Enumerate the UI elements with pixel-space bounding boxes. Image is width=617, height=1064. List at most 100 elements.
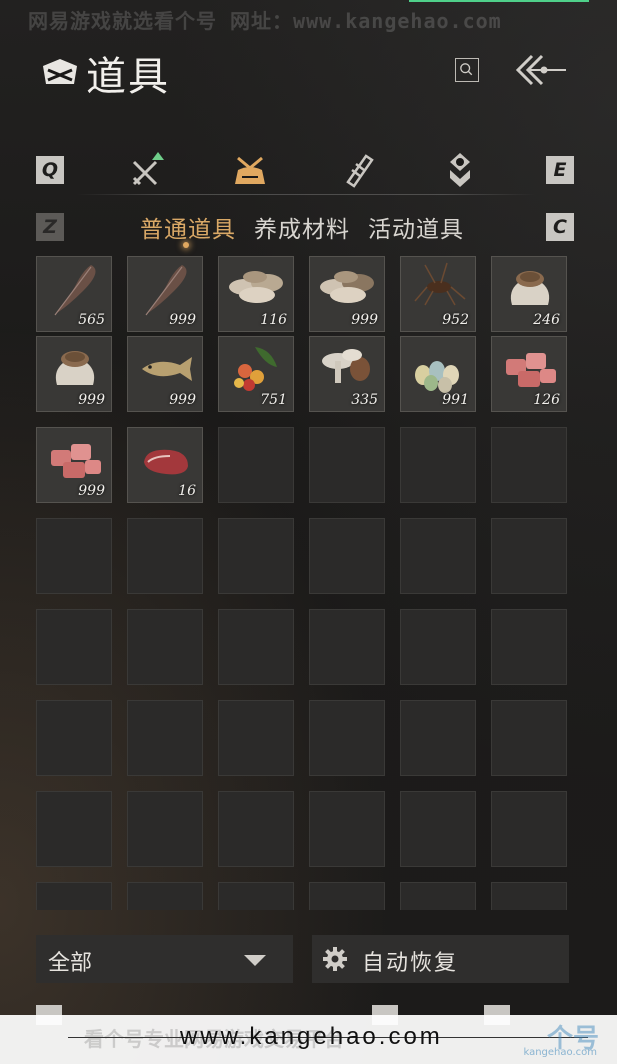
empty-slot[interactable] [491, 700, 567, 776]
empty-slot[interactable] [218, 518, 294, 594]
back-button[interactable] [510, 50, 570, 90]
empty-slot[interactable] [491, 791, 567, 867]
gear-icon [323, 947, 347, 971]
inventory-slot[interactable]: 999 [127, 336, 203, 412]
auto-restore-label: 自动恢复 [362, 951, 459, 976]
empty-slot[interactable] [36, 882, 112, 910]
grain-sack-icon [55, 351, 95, 385]
feather-icon [145, 265, 187, 316]
page-title: 道具 [86, 54, 170, 100]
next-subtab-key[interactable]: C [546, 213, 574, 241]
inventory-slot[interactable]: 16 [127, 427, 203, 503]
empty-slot[interactable] [36, 791, 112, 867]
empty-slot[interactable] [218, 791, 294, 867]
item-count: 991 [442, 392, 469, 408]
inventory-slot[interactable]: 999 [127, 256, 203, 332]
feather-icon [54, 265, 96, 316]
inventory-slot[interactable]: 999 [36, 336, 112, 412]
empty-slot[interactable] [36, 609, 112, 685]
empty-slot[interactable] [491, 427, 567, 503]
item-count: 126 [533, 392, 560, 408]
tab-equipment[interactable] [128, 150, 168, 190]
item-count: 999 [78, 483, 105, 499]
item-count: 565 [78, 312, 105, 328]
empty-slot[interactable] [491, 882, 567, 910]
tab-scrolls[interactable] [338, 150, 378, 190]
inventory-slot[interactable]: 126 [491, 336, 567, 412]
empty-slot[interactable] [218, 427, 294, 503]
empty-slot[interactable] [127, 700, 203, 776]
empty-slot[interactable] [36, 518, 112, 594]
watermark-accent-bar [409, 0, 589, 2]
active-subtab-indicator [183, 242, 189, 248]
prev-category-key[interactable]: Q [36, 156, 64, 184]
empty-slot[interactable] [400, 609, 476, 685]
meat-chunks-icon [51, 444, 101, 478]
search-button[interactable] [455, 58, 479, 82]
empty-slot[interactable] [309, 427, 385, 503]
empty-slot[interactable] [400, 882, 476, 910]
next-category-key[interactable]: E [546, 156, 574, 184]
mushroom-pile-icon [320, 271, 374, 303]
empty-slot[interactable] [400, 700, 476, 776]
mushroom-pile-icon [229, 271, 283, 303]
prev-subtab-key[interactable]: Z [36, 213, 64, 241]
empty-slot[interactable] [218, 700, 294, 776]
empty-slot[interactable] [491, 609, 567, 685]
inventory-slot[interactable]: 246 [491, 256, 567, 332]
inventory-slot[interactable]: 751 [218, 336, 294, 412]
inventory-slot[interactable]: 999 [309, 256, 385, 332]
empty-slot[interactable] [491, 518, 567, 594]
item-bag-icon [235, 156, 265, 184]
back-arrow-icon [515, 54, 566, 86]
empty-slot[interactable] [218, 882, 294, 910]
meat-chunks-icon [506, 353, 556, 387]
item-count: 246 [533, 312, 560, 328]
inventory-slot[interactable]: 991 [400, 336, 476, 412]
tab-tokens[interactable] [440, 150, 480, 190]
inventory-slot[interactable]: 952 [400, 256, 476, 332]
empty-slot[interactable] [127, 518, 203, 594]
empty-slot[interactable] [218, 609, 294, 685]
inventory-slot[interactable]: 335 [309, 336, 385, 412]
subtab-materials[interactable]: 养成材料 [254, 210, 350, 244]
empty-slot[interactable] [400, 427, 476, 503]
auto-restore-button[interactable]: 自动恢复 [312, 935, 569, 983]
item-count: 16 [178, 483, 196, 499]
inventory-slot[interactable]: 999 [36, 427, 112, 503]
item-count: 999 [351, 312, 378, 328]
sword-upgrade-icon [132, 152, 164, 186]
eggs-icon [415, 361, 459, 393]
empty-slot[interactable] [127, 609, 203, 685]
watermark-logo-sub: kangehao.com [523, 1047, 597, 1058]
category-divider [76, 194, 536, 195]
empty-slot[interactable] [309, 518, 385, 594]
subtab-normal-items[interactable]: 普通道具 [140, 210, 236, 244]
empty-slot[interactable] [36, 700, 112, 776]
empty-slot[interactable] [127, 882, 203, 910]
steak-icon [144, 449, 188, 475]
empty-slot[interactable] [400, 518, 476, 594]
inventory-slot[interactable]: 116 [218, 256, 294, 332]
watermark-top: 网易游戏就选看个号 网址：www.kangehao.com [0, 0, 617, 42]
inventory-slot[interactable]: 565 [36, 256, 112, 332]
tab-items[interactable] [230, 150, 270, 190]
item-count: 999 [78, 392, 105, 408]
item-count: 999 [169, 312, 196, 328]
subtab-event-items[interactable]: 活动道具 [368, 210, 464, 244]
item-count: 335 [351, 392, 378, 408]
empty-slot[interactable] [400, 791, 476, 867]
inventory-grid: 565 999 116 999 952 246 999 999 751 335 … [36, 256, 576, 910]
berries-icon [234, 347, 277, 391]
item-count: 999 [169, 392, 196, 408]
empty-slot[interactable] [309, 609, 385, 685]
empty-slot[interactable] [309, 882, 385, 910]
empty-slot[interactable] [309, 791, 385, 867]
empty-slot[interactable] [309, 700, 385, 776]
filter-dropdown[interactable]: 全部 [36, 935, 293, 983]
watermark-bottom: 看个号专业网易游戏交易平台 www.kangehao.com 个号 kangeh… [0, 1015, 617, 1064]
empty-slot[interactable] [127, 791, 203, 867]
filter-selected-value: 全部 [48, 951, 93, 976]
chevron-down-icon [244, 955, 266, 966]
mushrooms-icon [322, 349, 370, 383]
